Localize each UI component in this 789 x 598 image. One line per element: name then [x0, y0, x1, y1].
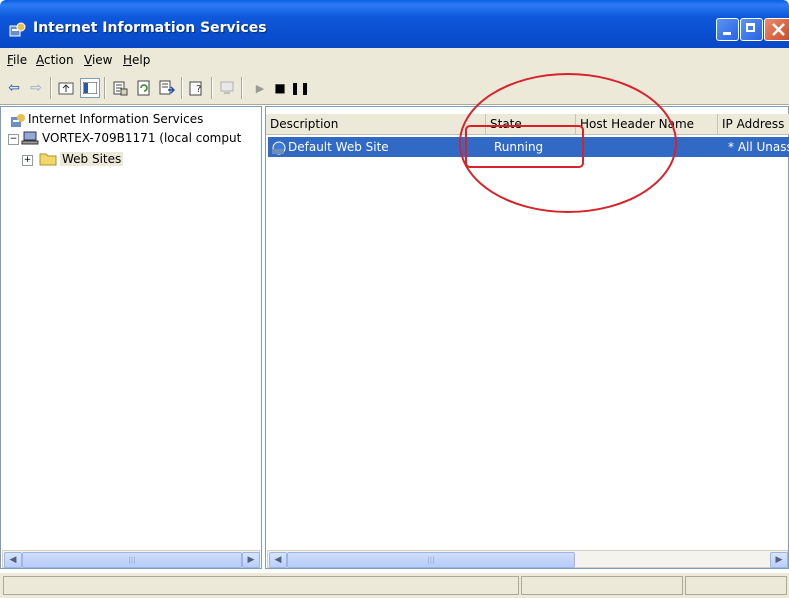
status-bar	[0, 572, 789, 598]
menu-help[interactable]: Help	[123, 53, 150, 67]
forward-arrow-icon[interactable]: ⇨	[26, 78, 46, 98]
export-list-icon[interactable]	[157, 78, 177, 98]
right-horizontal-scrollbar[interactable]: ◀ ||| ▶	[267, 550, 788, 568]
tree-web-sites-label[interactable]: Web Sites	[60, 152, 124, 166]
status-segment-main	[3, 576, 519, 595]
tree-computer-label[interactable]: VORTEX-709B1171 (local comput	[42, 131, 241, 145]
column-header-ip-address[interactable]: IP Address	[718, 114, 789, 134]
scroll-left-arrow-icon[interactable]: ◀	[4, 552, 22, 568]
up-folder-icon[interactable]	[56, 78, 76, 98]
close-button[interactable]	[764, 18, 789, 41]
maximize-button[interactable]	[740, 18, 763, 41]
collapse-computer-icon[interactable]: −	[8, 134, 19, 145]
close-icon	[772, 23, 785, 36]
web-site-icon	[272, 141, 286, 155]
expand-web-sites-icon[interactable]: +	[22, 155, 33, 166]
iis-root-icon	[11, 114, 25, 127]
stop-icon[interactable]: ■	[270, 78, 290, 98]
scroll-right-arrow-icon[interactable]: ▶	[770, 552, 788, 568]
cell-ip-address: * All Unassigned	[728, 140, 789, 154]
computer-icon	[21, 131, 39, 145]
svg-text:?: ?	[196, 84, 201, 95]
menu-view[interactable]: View	[84, 53, 112, 67]
scroll-thumb[interactable]: |||	[22, 552, 242, 568]
menu-file[interactable]: File	[7, 53, 27, 67]
scroll-left-arrow-icon[interactable]: ◀	[269, 552, 287, 568]
window-title: Internet Information Services	[33, 20, 267, 36]
menu-action[interactable]: Action	[36, 53, 74, 67]
status-segment-3	[685, 576, 787, 595]
folder-icon	[39, 153, 57, 166]
cell-description: Default Web Site	[288, 140, 389, 154]
show-tree-icon[interactable]	[80, 78, 100, 98]
tree-pane[interactable]: Internet Information Services − VORTEX-7…	[0, 106, 262, 569]
menu-bar: File Action View Help	[0, 48, 789, 72]
refresh-icon[interactable]	[134, 78, 154, 98]
back-arrow-icon[interactable]: ⇦	[4, 78, 24, 98]
status-segment-2	[521, 576, 683, 595]
annotation-rectangle	[465, 125, 584, 168]
pause-icon[interactable]: ❚❚	[290, 78, 310, 98]
start-icon[interactable]: ▶	[250, 78, 270, 98]
scroll-thumb[interactable]: |||	[287, 552, 575, 568]
column-header-description[interactable]: Description	[266, 114, 486, 134]
iis-app-icon	[9, 22, 26, 37]
help-icon[interactable]: ?	[187, 78, 207, 98]
toolbar: ⇦ ⇨ ? ▶ ■ ❚❚	[0, 72, 789, 105]
computer-icon[interactable]	[217, 78, 237, 98]
minimize-button[interactable]	[716, 18, 739, 41]
properties-icon[interactable]	[110, 78, 130, 98]
left-horizontal-scrollbar[interactable]: ◀ ||| ▶	[2, 550, 260, 568]
tree-root-label[interactable]: Internet Information Services	[28, 112, 203, 126]
scroll-right-arrow-icon[interactable]: ▶	[242, 552, 260, 568]
